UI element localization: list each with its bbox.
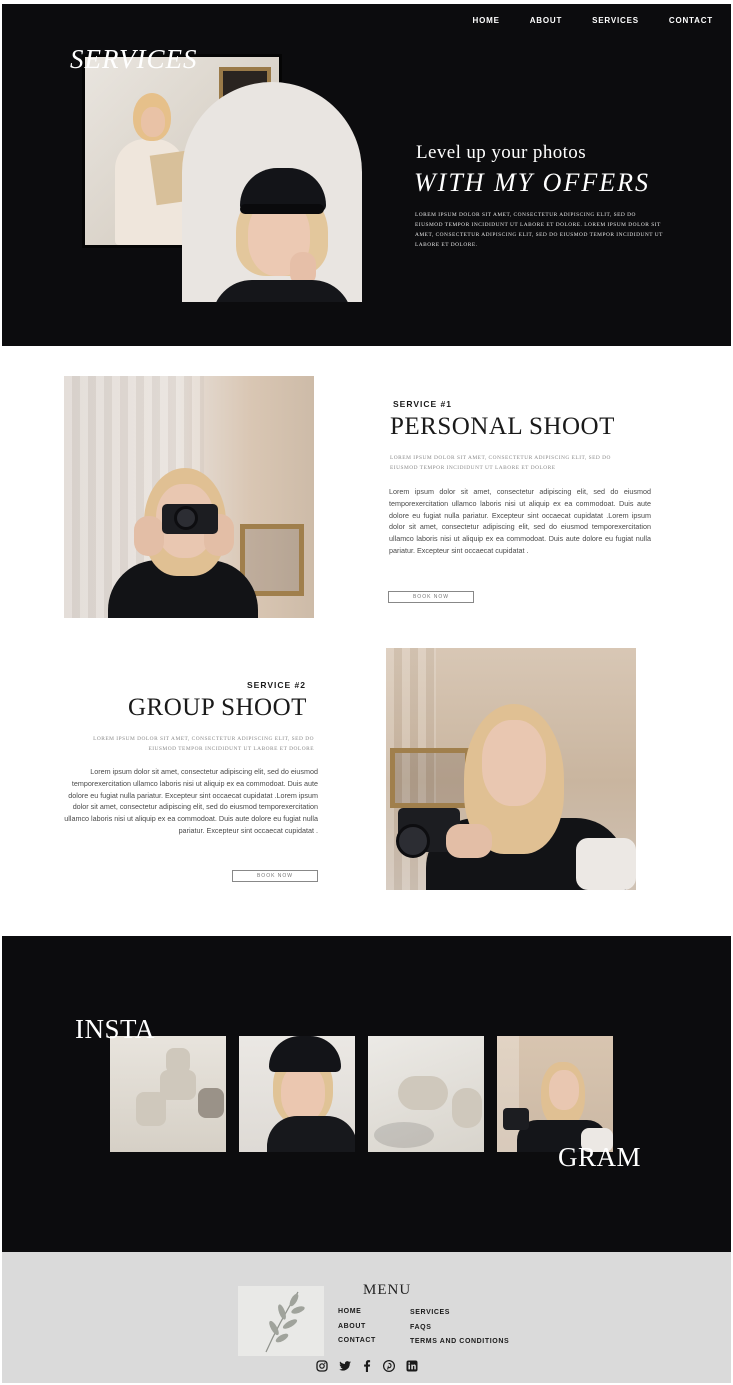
service-2-label: SERVICE #2 bbox=[247, 680, 306, 690]
instagram-section: INSTA GRAM bbox=[2, 936, 731, 1252]
footer-link-about[interactable]: ABOUT bbox=[338, 1323, 366, 1330]
instagram-post-3[interactable] bbox=[368, 1036, 484, 1152]
instagram-word-left: INSTA bbox=[75, 1014, 155, 1044]
nav-about[interactable]: ABOUT bbox=[530, 16, 562, 25]
footer-link-services[interactable]: SERVICES bbox=[410, 1309, 450, 1316]
service-2-body: Lorem ipsum dolor sit amet, consectetur … bbox=[64, 767, 318, 835]
instagram-post-4[interactable] bbox=[497, 1036, 613, 1152]
service-1-subtitle: LOREM IPSUM DOLOR SIT AMET, CONSECTETUR … bbox=[390, 455, 611, 471]
hero-section: HOME ABOUT SERVICES CONTACT SERVICES Lev… bbox=[2, 4, 731, 346]
nav-contact[interactable]: CONTACT bbox=[669, 16, 713, 25]
twitter-icon[interactable] bbox=[338, 1359, 352, 1373]
service-1-photo bbox=[64, 376, 314, 618]
hero-subheading: WITH MY OFFERS bbox=[414, 168, 650, 197]
hero-body-text: LOREM IPSUM DOLOR SIT AMET, CONSECTETUR … bbox=[415, 212, 663, 248]
instagram-post-1[interactable] bbox=[110, 1036, 226, 1152]
linkedin-icon[interactable] bbox=[405, 1359, 419, 1373]
footer-link-home[interactable]: HOME bbox=[338, 1308, 361, 1315]
instagram-icon[interactable] bbox=[315, 1359, 329, 1373]
service-2-book-button[interactable]: BOOK NOW bbox=[232, 870, 318, 882]
service-2-photo bbox=[386, 648, 636, 890]
service-2-title: GROUP SHOOT bbox=[128, 694, 307, 721]
footer: MENU HOME ABOUT CONTACT SERVICES FAQS TE… bbox=[2, 1252, 731, 1383]
footer-link-faqs[interactable]: FAQS bbox=[410, 1324, 431, 1331]
pinterest-icon[interactable] bbox=[382, 1359, 396, 1373]
instagram-post-2[interactable] bbox=[239, 1036, 355, 1152]
nav-services[interactable]: SERVICES bbox=[592, 16, 639, 25]
instagram-word-right: GRAM bbox=[558, 1142, 642, 1172]
hero-overlay-title: SERVICES bbox=[70, 44, 198, 74]
footer-link-contact[interactable]: CONTACT bbox=[338, 1337, 376, 1344]
service-1-label: SERVICE #1 bbox=[393, 399, 452, 409]
service-1-title: PERSONAL SHOOT bbox=[390, 413, 615, 440]
service-2-subtitle: LOREM IPSUM DOLOR SIT AMET, CONSECTETUR … bbox=[93, 736, 314, 752]
hero-heading: Level up your photos bbox=[416, 142, 587, 163]
hero-photo-arch bbox=[182, 82, 362, 302]
nav-home[interactable]: HOME bbox=[473, 16, 500, 25]
footer-menu-title: MENU bbox=[363, 1282, 412, 1298]
leaf-logo bbox=[238, 1286, 324, 1356]
person-figure bbox=[115, 93, 193, 245]
service-1-body: Lorem ipsum dolor sit amet, consectetur … bbox=[389, 487, 651, 555]
top-nav: HOME ABOUT SERVICES CONTACT bbox=[443, 16, 714, 25]
facebook-icon[interactable] bbox=[360, 1359, 374, 1373]
footer-link-terms[interactable]: TERMS AND CONDITIONS bbox=[410, 1338, 509, 1345]
service-1-book-button[interactable]: BOOK NOW bbox=[388, 591, 474, 603]
